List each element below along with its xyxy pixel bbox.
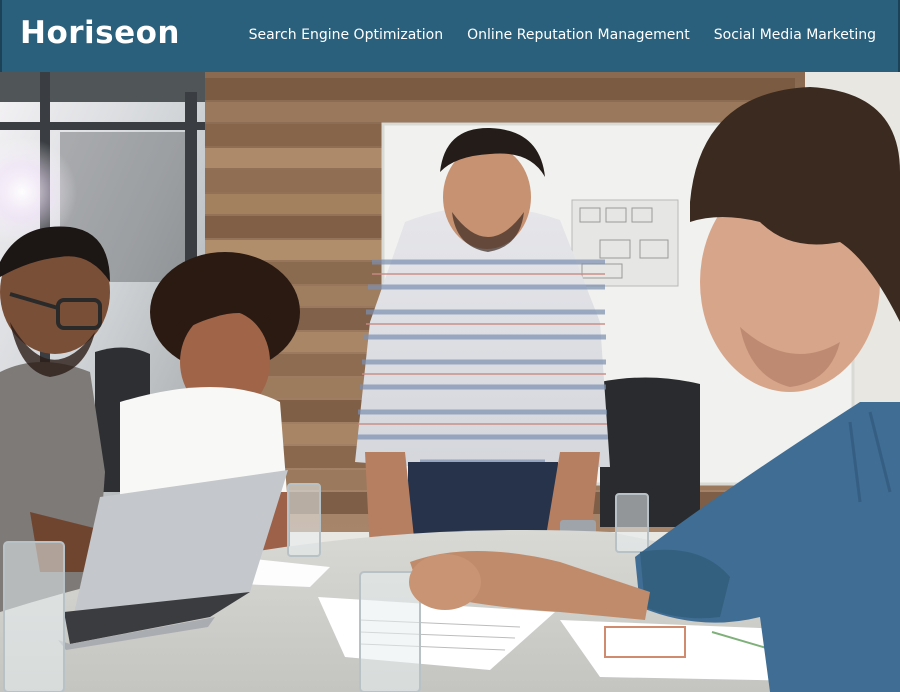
nav-item-reputation: Online Reputation Management [467, 24, 690, 45]
nav-item-social: Social Media Marketing [714, 24, 876, 45]
nav-link-reputation[interactable]: Online Reputation Management [467, 27, 690, 43]
team-meeting-photo [0, 72, 900, 692]
nav-link-social[interactable]: Social Media Marketing [714, 27, 876, 43]
site-header: Horiseon Search Engine Optimization Onli… [0, 0, 900, 72]
page: Horiseon Search Engine Optimization Onli… [0, 0, 900, 692]
hero-image [0, 72, 900, 692]
nav-item-seo: Search Engine Optimization [249, 24, 444, 45]
main-nav: Search Engine Optimization Online Reputa… [249, 24, 876, 45]
site-logo[interactable]: Horiseon [20, 13, 180, 53]
nav-link-seo[interactable]: Search Engine Optimization [249, 27, 444, 43]
